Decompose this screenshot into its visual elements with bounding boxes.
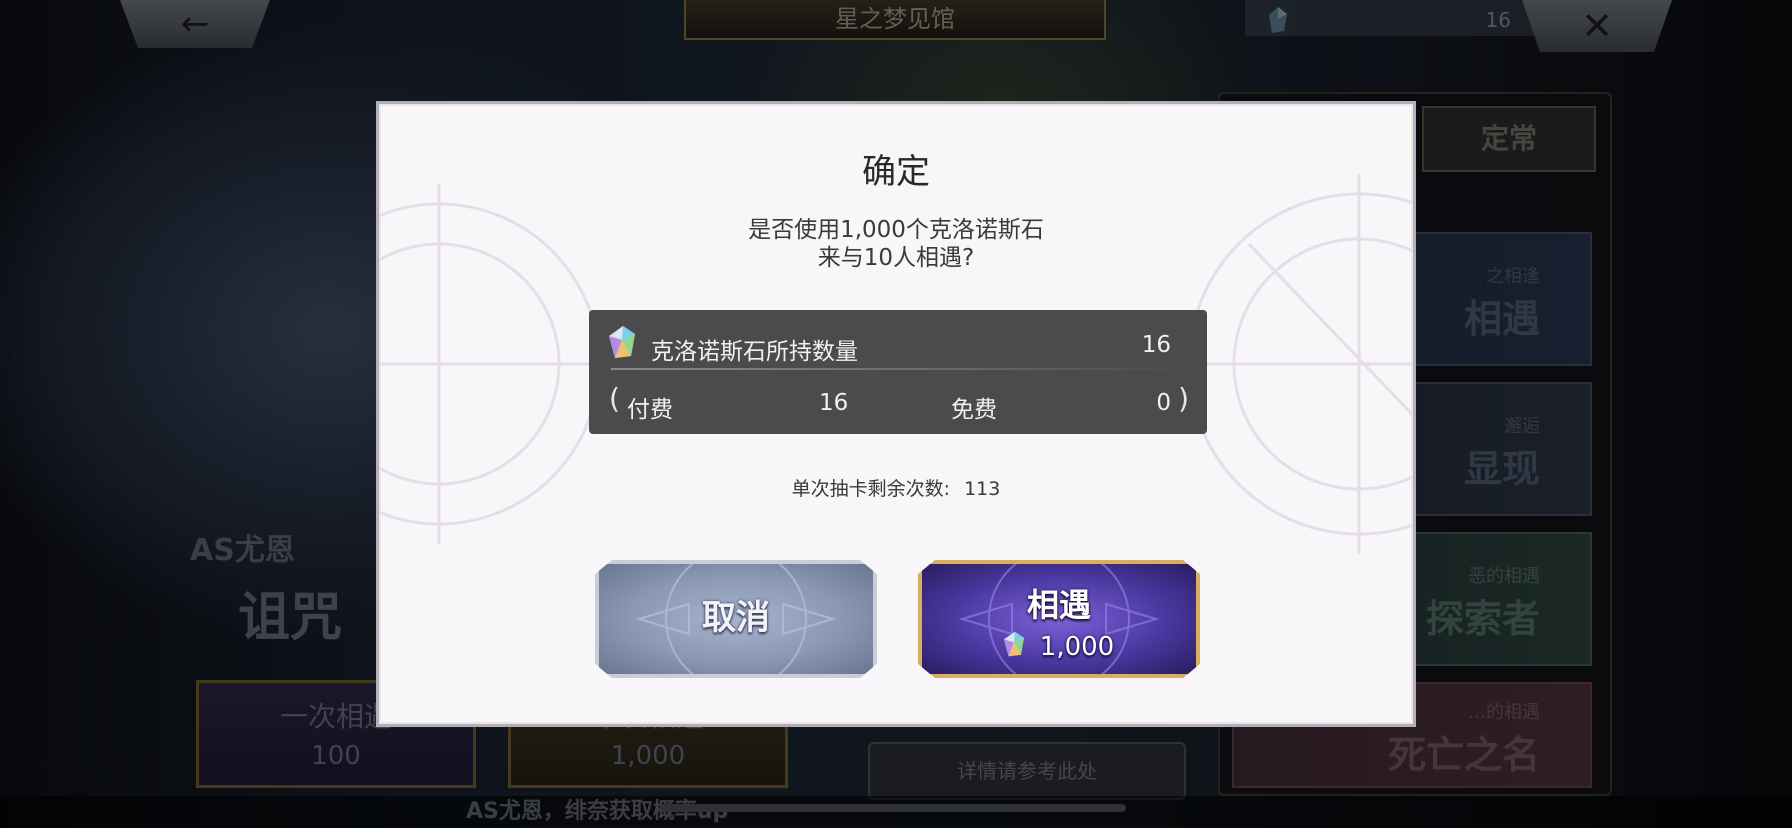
remaining-pulls-label: 单次抽卡剩余次数: (791, 478, 951, 500)
chronos-stone-icon (1003, 630, 1024, 665)
stone-breakdown-row: ( 付费 16 免费 0 ) (589, 370, 1207, 434)
stone-total-row: 克洛诺斯石所持数量 16 (589, 310, 1207, 370)
stone-total-label: 克洛诺斯石所持数量 (651, 339, 858, 365)
stone-total-value: 16 (1141, 332, 1171, 358)
encounter-cost: 1,000 (922, 630, 1196, 665)
dialog-title: 确定 (862, 152, 930, 192)
close-paren: ) (1178, 382, 1189, 415)
dialog-message-line: 是否使用1,000个克洛诺斯石 (748, 217, 1044, 243)
cancel-button[interactable]: 取消 (595, 560, 877, 678)
free-stones-value: 0 (1156, 390, 1171, 416)
dialog-message-line: 来与10人相遇? (817, 245, 975, 271)
chronos-stone-icon (609, 326, 635, 362)
dialog-message: 是否使用1,000个克洛诺斯石 来与10人相遇? (379, 216, 1413, 272)
encounter-confirm-button[interactable]: 相遇 1,000 (918, 560, 1200, 678)
stone-balance-box: 克洛诺斯石所持数量 16 ( 付费 16 免费 0 ) (589, 310, 1207, 434)
confirm-dialog: 确定 是否使用1,000个克洛诺斯石 来与10人相遇? 克洛诺斯石所持数量 16… (376, 101, 1416, 727)
open-paren: ( (609, 382, 620, 415)
paid-stones-label: 付费 (627, 397, 673, 423)
encounter-button-label: 相遇 (1026, 586, 1091, 624)
paid-stones-value: 16 (819, 390, 849, 416)
remaining-pulls-value: 113 (964, 478, 1001, 500)
remaining-pulls: 单次抽卡剩余次数: 113 (379, 474, 1413, 501)
encounter-cost-value: 1,000 (1039, 632, 1115, 662)
cancel-button-label: 取消 (702, 598, 770, 638)
free-stones-label: 免费 (951, 397, 997, 423)
